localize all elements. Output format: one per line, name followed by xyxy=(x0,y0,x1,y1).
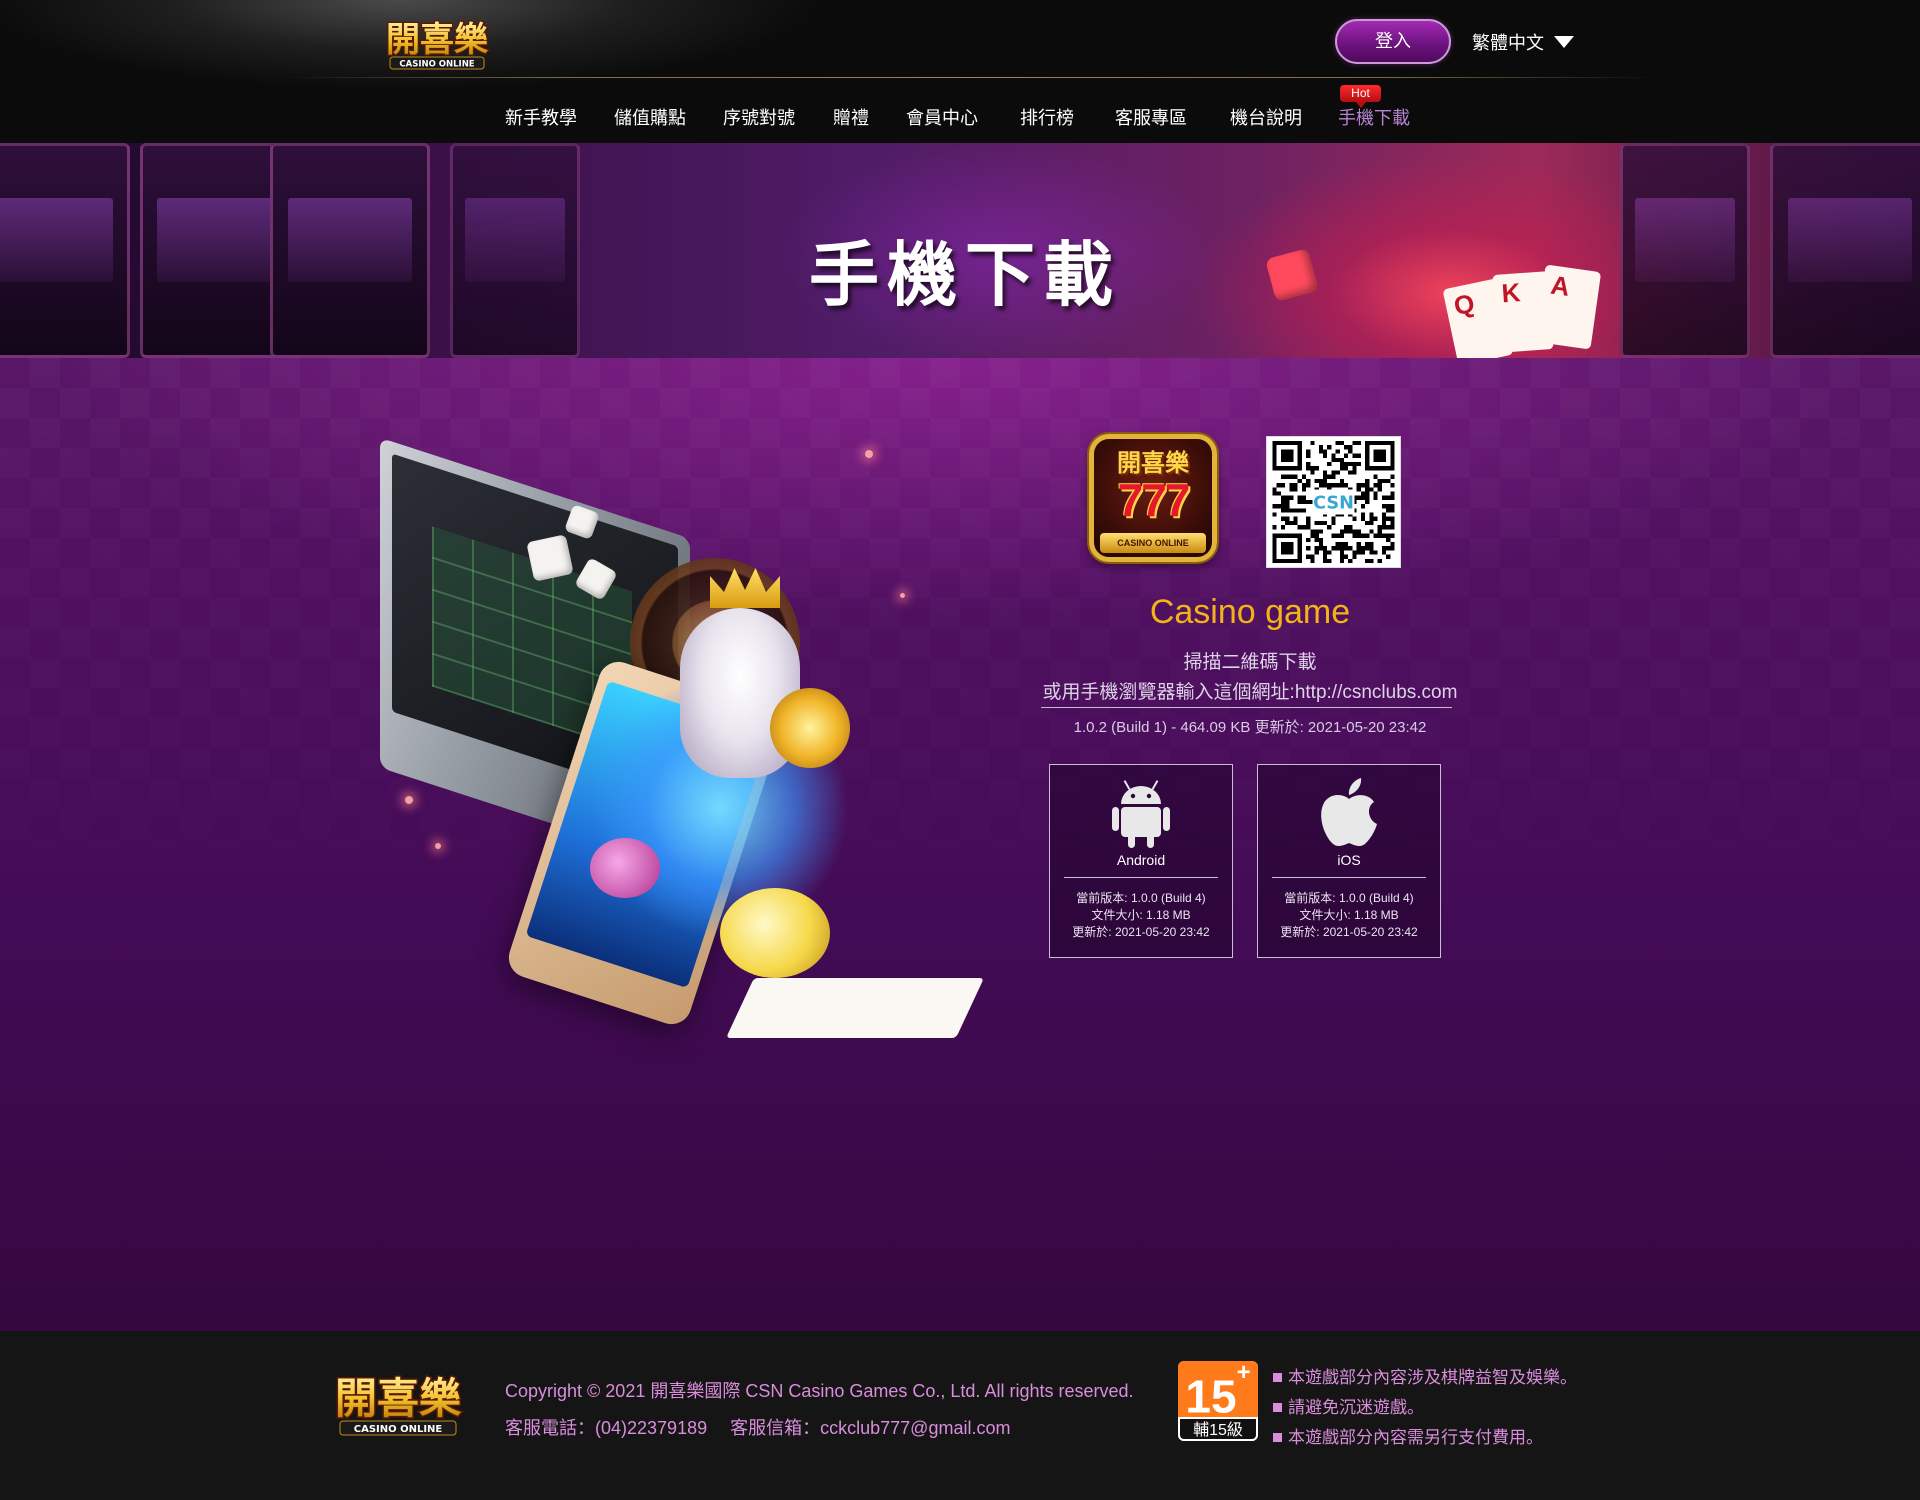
sparkle-decor xyxy=(900,593,905,598)
card-divider xyxy=(1272,877,1426,878)
footer-logo-text: 開喜樂 xyxy=(335,1374,462,1423)
apple-icon xyxy=(1321,778,1377,847)
site-logo[interactable]: 開喜樂 CASINO ONLINE xyxy=(372,13,502,71)
support-phone[interactable]: 客服電話：(04)22379189 xyxy=(505,1418,707,1438)
page-title: 手機下載 xyxy=(809,236,1121,314)
nav-item-machine-info[interactable]: 機台說明 xyxy=(1230,104,1302,130)
dice-decor xyxy=(526,534,574,582)
notice-item: 請避免沉迷遊戲。 xyxy=(1273,1393,1577,1423)
nav-item-tutorial[interactable]: 新手教學 xyxy=(505,104,577,130)
card-divider xyxy=(1064,877,1218,878)
version-info: 1.0.2 (Build 1) - 464.09 KB 更新於: 2021-05… xyxy=(1073,719,1427,736)
support-email[interactable]: 客服信箱：cckclub777@gmail.com xyxy=(730,1418,1010,1438)
language-selector[interactable]: 繁體中文 xyxy=(1472,29,1574,55)
nav-item-member-center[interactable]: 會員中心 xyxy=(906,104,978,130)
nav-item-leaderboard[interactable]: 排行榜 xyxy=(1020,104,1074,130)
caret-down-icon xyxy=(1554,36,1574,48)
android-label: Android xyxy=(1116,852,1166,868)
android-download-button[interactable]: Android 當前版本: 1.0.0 (Build 4) 文件大小: 1.18… xyxy=(1049,764,1233,958)
main-nav: 新手教學 儲值購點 序號對號 贈禮 會員中心 排行榜 客服專區 機台說明 手機下… xyxy=(0,104,1920,136)
rating-number: 15+ xyxy=(1178,1361,1258,1422)
app-icon: 開喜樂 777 CASINO ONLINE xyxy=(1089,434,1217,562)
scan-instruction: 掃描二維碼下載 xyxy=(1183,652,1317,673)
logo-text: 開喜樂 xyxy=(386,20,489,60)
site-footer: 開喜樂 CASINO ONLINE Copyright © 2021 開喜樂國際… xyxy=(0,1331,1920,1500)
main-content: 開喜樂 777 CASINO ONLINE CSN Casino game 掃描… xyxy=(0,358,1920,1331)
language-label: 繁體中文 xyxy=(1472,33,1544,53)
contact-info: 客服電話：(04)22379189 客服信箱：cckclub777@gmail.… xyxy=(505,1414,1028,1440)
nav-item-gift[interactable]: 贈禮 xyxy=(833,104,869,130)
nav-item-support[interactable]: 客服專區 xyxy=(1115,104,1187,130)
header-divider xyxy=(285,77,1655,78)
ios-updated: 更新於: 2021-05-20 23:42 xyxy=(1280,925,1418,939)
hot-badge: Hot xyxy=(1340,85,1381,108)
qr-center-label: CSN xyxy=(1313,493,1354,513)
android-size: 文件大小: 1.18 MB xyxy=(1091,908,1191,922)
pufferfish-decor xyxy=(720,888,830,978)
playing-cards-decor xyxy=(726,978,984,1038)
android-version: 當前版本: 1.0.0 (Build 4) xyxy=(1076,891,1206,905)
android-meta: 當前版本: 1.0.0 (Build 4) 文件大小: 1.18 MB 更新於:… xyxy=(1050,890,1232,941)
trophy-decor xyxy=(770,688,850,768)
notice-item: 本遊戲部分內容涉及棋牌益智及娛樂。 xyxy=(1273,1363,1577,1393)
ios-meta: 當前版本: 1.0.0 (Build 4) 文件大小: 1.18 MB 更新於:… xyxy=(1258,890,1440,941)
login-button[interactable]: 登入 xyxy=(1335,19,1451,64)
info-divider xyxy=(1041,707,1452,708)
hero-illustration xyxy=(300,418,1000,1078)
notice-list: 本遊戲部分內容涉及棋牌益智及娛樂。 請避免沉迷遊戲。 本遊戲部分內容需另行支付費… xyxy=(1273,1363,1577,1453)
download-url-text[interactable]: 或用手機瀏覽器輸入這個網址:http://csnclubs.com xyxy=(990,677,1510,704)
page-banner: Q K A 手機下載 xyxy=(0,143,1920,358)
nav-item-serial[interactable]: 序號對號 xyxy=(723,104,795,130)
copyright-text: Copyright © 2021 開喜樂國際 CSN Casino Games … xyxy=(505,1381,1134,1401)
app-icon-band: CASINO ONLINE xyxy=(1100,533,1206,553)
sparkle-decor xyxy=(435,843,441,849)
footer-logo-sub: CASINO ONLINE xyxy=(354,1424,443,1435)
anglerfish-decor xyxy=(590,838,660,898)
android-updated: 更新於: 2021-05-20 23:42 xyxy=(1072,925,1210,939)
ios-label: iOS xyxy=(1337,852,1361,868)
android-icon xyxy=(1112,780,1170,848)
app-icon-sevens: 777 xyxy=(1117,474,1191,526)
rating-label: 輔15級 xyxy=(1178,1417,1258,1441)
nav-item-mobile-download[interactable]: 手機下載 xyxy=(1338,104,1410,130)
sparkle-decor xyxy=(865,450,873,458)
app-title: Casino game xyxy=(1149,593,1351,631)
download-qr-code: CSN xyxy=(1267,437,1400,567)
sparkle-decor xyxy=(405,796,413,804)
ios-version: 當前版本: 1.0.0 (Build 4) xyxy=(1284,891,1414,905)
notice-item: 本遊戲部分內容需另行支付費用。 xyxy=(1273,1423,1577,1453)
nav-item-topup[interactable]: 儲值購點 xyxy=(614,104,686,130)
ios-download-button[interactable]: iOS 當前版本: 1.0.0 (Build 4) 文件大小: 1.18 MB … xyxy=(1257,764,1441,958)
age-rating-badge: 15+ 輔15級 xyxy=(1178,1361,1258,1441)
ios-size: 文件大小: 1.18 MB xyxy=(1299,908,1399,922)
logo-sub-text: CASINO ONLINE xyxy=(399,60,474,70)
site-header: 開喜樂 CASINO ONLINE 登入 繁體中文 新手教學 儲值購點 序號對號… xyxy=(0,0,1920,143)
footer-logo: 開喜樂 CASINO ONLINE xyxy=(318,1367,478,1439)
